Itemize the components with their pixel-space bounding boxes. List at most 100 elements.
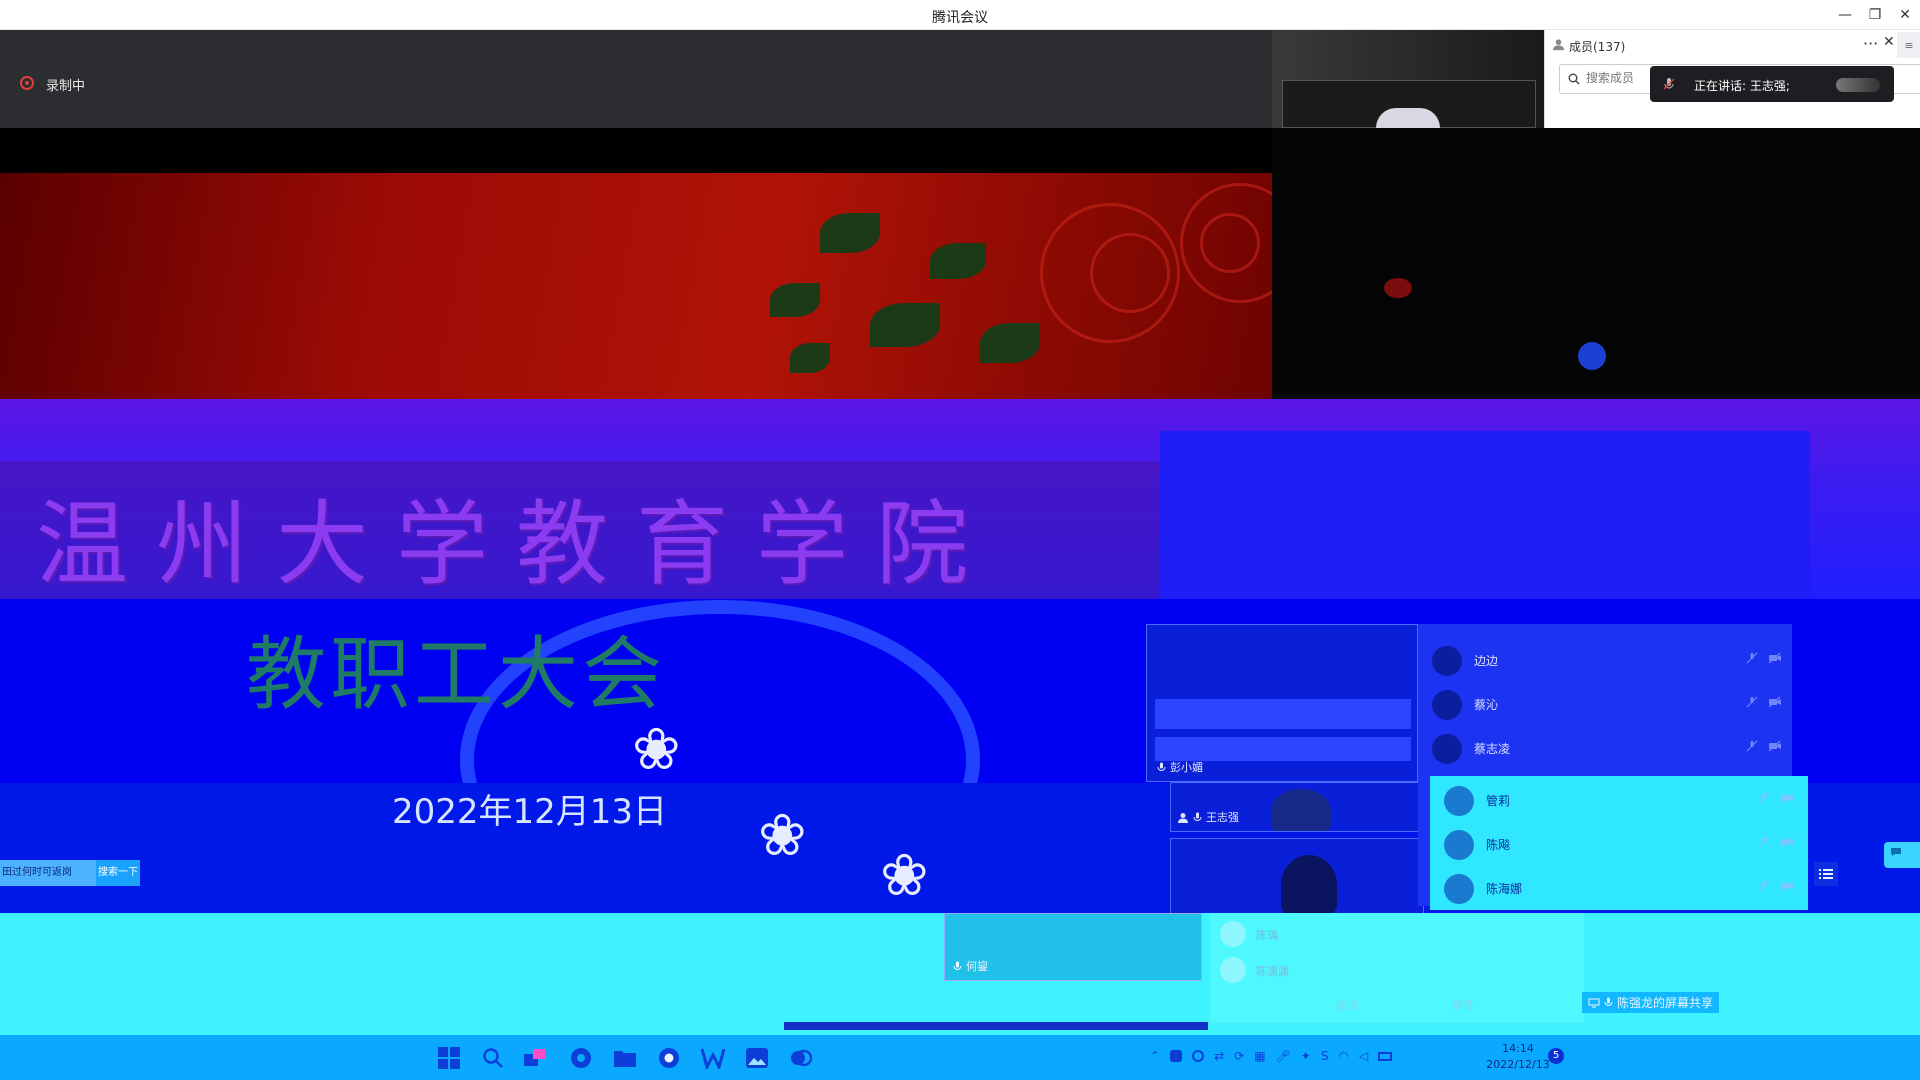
speaking-text: 正在讲话: 王志强;	[1694, 79, 1790, 93]
file-explorer-icon[interactable]	[610, 1043, 640, 1073]
speaking-toast: 正在讲话: 王志强;	[1650, 66, 1894, 102]
video-tile-name: 何鋆	[966, 960, 988, 973]
member-name: 陈潇潇	[1256, 965, 1289, 978]
tray-app-icon[interactable]: ⟳	[1234, 1049, 1244, 1063]
ad-text[interactable]: 田过何时可返岗	[0, 860, 96, 886]
slide-top-band	[0, 128, 1272, 173]
mic-muted-icon[interactable]	[1746, 740, 1758, 752]
system-clock[interactable]: 14:14 2022/12/13	[1478, 1041, 1558, 1073]
camera-off-icon[interactable]	[1768, 696, 1782, 708]
avatar	[1444, 786, 1474, 816]
notification-badge[interactable]: 5	[1548, 1048, 1564, 1064]
battery-icon[interactable]	[1378, 1051, 1393, 1061]
chevron-up-icon[interactable]: ⌃	[1150, 1049, 1160, 1063]
speaker-avatar	[1376, 108, 1440, 128]
list-icon[interactable]	[1814, 862, 1838, 886]
panel-close-button[interactable]: ✕	[1883, 34, 1895, 50]
tray-app-icon[interactable]: ✦	[1301, 1049, 1311, 1063]
member-row[interactable]: 蔡志凌	[1432, 728, 1782, 768]
search-ad[interactable]: 田过何时可返岗 搜索一下	[0, 860, 140, 886]
invite-button[interactable]: 邀请	[1336, 997, 1358, 1013]
restore-button[interactable]: ❐	[1860, 0, 1890, 30]
camera-off-icon[interactable]	[1780, 880, 1794, 892]
record-icon[interactable]	[20, 76, 34, 90]
minimize-button[interactable]: —	[1830, 0, 1860, 30]
mic-icon	[1604, 997, 1613, 1007]
window-title: 腾讯会议	[932, 10, 988, 26]
screen-share-icon	[1588, 998, 1600, 1007]
video-tile[interactable]: 王志强	[1170, 782, 1424, 832]
member-row[interactable]: 陈璃	[1220, 917, 1570, 951]
screen-share-label[interactable]: 陈强龙的屏幕共享	[1582, 992, 1720, 1013]
slide-header-image	[0, 173, 1272, 399]
slide-date: 2022年12月13日	[392, 792, 668, 832]
member-list-continued: 管莉 陈飚 陈海娜	[1430, 776, 1808, 910]
ad-search-button[interactable]: 搜索一下	[96, 860, 140, 886]
camera-off-icon[interactable]	[1780, 792, 1794, 804]
flower-icon: ❀	[632, 715, 681, 783]
system-tray: ⌃ ⇄ ⟳ ▦ 🎤︎ ✦ S ◠ ◁	[1150, 1049, 1393, 1063]
ime-icon[interactable]: S	[1321, 1049, 1329, 1063]
tencent-meeting-icon[interactable]	[786, 1043, 816, 1073]
video-tile[interactable]	[1170, 838, 1424, 914]
member-name: 边边	[1474, 654, 1499, 668]
tray-app-icon[interactable]: ⇄	[1214, 1049, 1224, 1063]
video-tile-name: 王志强	[1206, 811, 1239, 824]
lower-area: 何鋆 陈璃 陈潇潇 邀请 静音	[0, 913, 1920, 1035]
mic-icon	[1193, 812, 1202, 821]
taskbar: ⌃ ⇄ ⟳ ▦ 🎤︎ ✦ S ◠ ◁ 14:14 2022/12/13 5	[0, 1035, 1920, 1080]
close-button[interactable]: ✕	[1890, 0, 1920, 30]
flower-icon: ❀	[758, 801, 807, 869]
start-icon[interactable]	[434, 1043, 464, 1073]
slide-title: 温州大学教育学院	[36, 491, 997, 598]
tray-app-icon[interactable]	[1192, 1050, 1205, 1062]
chat-icon	[1891, 848, 1901, 856]
title-bar: 腾讯会议 — ❐ ✕	[0, 0, 1920, 30]
mic-muted-icon[interactable]	[1758, 880, 1770, 892]
tray-app-icon[interactable]	[1170, 1050, 1183, 1062]
video-tile[interactable]: 何鋆	[944, 913, 1202, 981]
photos-icon[interactable]	[742, 1043, 772, 1073]
mic-icon[interactable]: 🎤︎	[1276, 1049, 1291, 1063]
screen-share-text: 陈强龙的屏幕共享	[1617, 996, 1714, 1010]
video-tile[interactable]: 彭小媚	[1146, 624, 1418, 782]
mic-muted-icon[interactable]	[1758, 836, 1770, 848]
browser-icon[interactable]	[566, 1043, 596, 1073]
video-artifact-blue	[1578, 342, 1606, 370]
member-name: 蔡志凌	[1474, 742, 1511, 756]
member-row[interactable]: 陈飚	[1444, 824, 1794, 864]
mic-icon	[953, 961, 962, 970]
speaker-thumbnail	[1836, 78, 1880, 92]
mic-muted-icon[interactable]	[1758, 792, 1770, 804]
members-title: 成员(137)	[1569, 40, 1626, 54]
progress-strip	[784, 1022, 1208, 1030]
camera-off-icon[interactable]	[1768, 740, 1782, 752]
wps-icon[interactable]	[698, 1043, 728, 1073]
member-name: 陈璃	[1256, 929, 1278, 942]
menu-icon[interactable]: ≡	[1897, 32, 1920, 58]
member-row[interactable]: 蔡沁	[1432, 684, 1782, 724]
wifi-icon[interactable]: ◠	[1338, 1049, 1348, 1063]
tray-app-icon[interactable]: ▦	[1254, 1049, 1265, 1063]
member-row[interactable]: 陈海娜	[1444, 868, 1794, 908]
member-name: 管莉	[1486, 794, 1511, 808]
side-panel-tab[interactable]	[1884, 842, 1920, 868]
member-row[interactable]: 陈潇潇	[1220, 953, 1570, 987]
volume-icon[interactable]: ◁	[1359, 1049, 1368, 1063]
member-row[interactable]: 边边	[1432, 640, 1782, 680]
avatar	[1444, 830, 1474, 860]
member-row[interactable]: 管莉	[1444, 780, 1794, 820]
avatar	[1220, 957, 1246, 983]
recording-label: 录制中	[46, 79, 86, 94]
mic-muted-icon[interactable]	[1746, 696, 1758, 708]
camera-off-icon[interactable]	[1768, 652, 1782, 664]
mute-all-button[interactable]: 静音	[1452, 997, 1474, 1013]
slide-subtitle: 教职工大会	[246, 628, 666, 721]
task-view-icon[interactable]	[520, 1043, 550, 1073]
mic-muted-icon[interactable]	[1746, 652, 1758, 664]
chrome-icon[interactable]	[654, 1043, 684, 1073]
more-options-button[interactable]: ···	[1863, 34, 1878, 53]
search-icon[interactable]	[478, 1043, 508, 1073]
member-name: 陈海娜	[1486, 882, 1523, 896]
camera-off-icon[interactable]	[1780, 836, 1794, 848]
